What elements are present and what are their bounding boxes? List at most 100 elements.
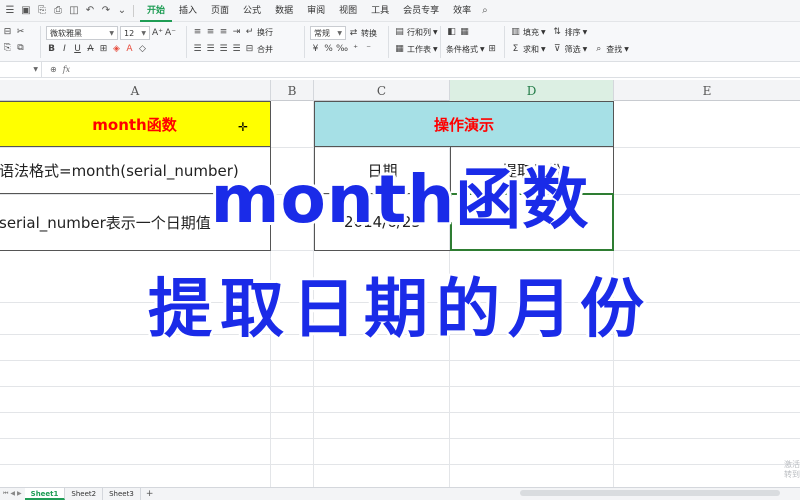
merge-icon[interactable]: ⊟ bbox=[244, 43, 255, 55]
cell-style-icon[interactable]: ◧ bbox=[446, 26, 457, 38]
file-menu-icon[interactable]: ☰ bbox=[3, 4, 17, 18]
table-style-icon[interactable]: ▦ bbox=[459, 26, 470, 38]
activation-watermark: 激活 转到 bbox=[784, 460, 800, 479]
print-icon[interactable]: ⎙ bbox=[51, 4, 65, 18]
row-col-icon[interactable]: ▤ bbox=[394, 26, 405, 38]
underline-icon[interactable]: U bbox=[72, 43, 83, 55]
cell-a1[interactable]: month函数 bbox=[0, 101, 271, 147]
search-icon[interactable]: ⌕ bbox=[482, 5, 488, 16]
copy-icon[interactable]: ⧉ bbox=[15, 42, 26, 54]
sort-label[interactable]: 排序 bbox=[565, 27, 581, 38]
clear-format-icon[interactable]: ◇ bbox=[137, 43, 148, 55]
column-header-b[interactable]: B bbox=[271, 80, 314, 101]
sum-icon[interactable]: Σ bbox=[510, 43, 521, 55]
decrease-font-icon[interactable]: A⁻ bbox=[165, 27, 176, 39]
border-icon[interactable]: ⊞ bbox=[98, 43, 109, 55]
sheet-tab-sheet2[interactable]: Sheet2 bbox=[65, 488, 104, 500]
wrap-text-label[interactable]: 换行 bbox=[257, 27, 273, 38]
fill-color-icon[interactable]: ◈ bbox=[111, 43, 122, 55]
convert-label[interactable]: 转换 bbox=[361, 28, 377, 39]
thousands-icon[interactable]: ‰ bbox=[336, 43, 348, 55]
percent-icon[interactable]: % bbox=[323, 43, 334, 55]
tab-data[interactable]: 数据 bbox=[268, 0, 300, 22]
format-painter-icon[interactable]: ⊟ bbox=[2, 26, 13, 38]
number-group-bottom: ¥ % ‰ ⁺ ⁻ bbox=[310, 43, 374, 55]
tab-home[interactable]: 开始 bbox=[140, 0, 173, 22]
tab-efficiency[interactable]: 效率 bbox=[446, 0, 478, 22]
bold-icon[interactable]: B bbox=[46, 43, 57, 55]
function-icon[interactable]: fx bbox=[63, 65, 70, 74]
chevron-down-icon: ▼ bbox=[141, 29, 146, 37]
font-size-value: 12 bbox=[124, 28, 135, 38]
strikethrough-icon[interactable]: A bbox=[85, 43, 96, 55]
align-bottom-icon[interactable]: ≡ bbox=[218, 26, 229, 38]
border-style-icon[interactable]: ⊞ bbox=[487, 43, 498, 55]
align-left-icon[interactable]: ☰ bbox=[192, 43, 203, 55]
first-sheet-icon[interactable]: ⏮ bbox=[3, 490, 8, 498]
chevron-down-icon: ▼ bbox=[624, 45, 629, 53]
font-size-select[interactable]: 12 ▼ bbox=[120, 26, 150, 40]
paste-icon[interactable]: ⎘ bbox=[2, 42, 13, 54]
tab-member[interactable]: 会员专享 bbox=[396, 0, 446, 22]
increase-font-icon[interactable]: A⁺ bbox=[152, 27, 163, 39]
number-format-select[interactable]: 常规 ▼ bbox=[310, 26, 346, 40]
formula-input[interactable] bbox=[78, 62, 800, 78]
zoom-icon[interactable]: ⊕ bbox=[50, 65, 57, 74]
row-col-label[interactable]: 行和列 bbox=[407, 27, 431, 38]
next-sheet-icon[interactable]: ▶ bbox=[17, 490, 22, 498]
tab-tools[interactable]: 工具 bbox=[364, 0, 396, 22]
name-box[interactable]: ▼ bbox=[0, 61, 42, 78]
column-header-c[interactable]: C bbox=[314, 80, 450, 101]
increase-decimal-icon[interactable]: ⁺ bbox=[350, 43, 361, 55]
tab-insert[interactable]: 插入 bbox=[172, 0, 204, 22]
cells-group-top: ▤ 行和列 ▼ bbox=[394, 26, 437, 38]
tab-review[interactable]: 审阅 bbox=[300, 0, 332, 22]
overlay-title: month函数 bbox=[210, 161, 590, 238]
merge-label[interactable]: 合并 bbox=[257, 44, 273, 55]
filter-label[interactable]: 筛选 bbox=[565, 44, 581, 55]
font-color-icon[interactable]: A bbox=[124, 43, 135, 55]
align-center-icon[interactable]: ☰ bbox=[205, 43, 216, 55]
redo-icon[interactable]: ↷ bbox=[99, 4, 113, 18]
sheet-tab-sheet1[interactable]: Sheet1 bbox=[24, 488, 66, 500]
sum-label[interactable]: 求和 bbox=[523, 44, 539, 55]
cell-c1[interactable]: 操作演示 bbox=[314, 101, 614, 147]
cut-icon[interactable]: ✂ bbox=[15, 26, 26, 38]
find-icon[interactable]: ⌕ bbox=[593, 43, 604, 55]
add-sheet-button[interactable]: + bbox=[141, 489, 159, 499]
sort-icon[interactable]: ⇅ bbox=[552, 26, 563, 38]
decrease-decimal-icon[interactable]: ⁻ bbox=[363, 43, 374, 55]
worksheet-label[interactable]: 工作表 bbox=[407, 44, 431, 55]
export-icon[interactable]: ⎘ bbox=[35, 4, 49, 18]
align-top-icon[interactable]: ≡ bbox=[192, 26, 203, 38]
ribbon-separator bbox=[186, 26, 187, 58]
align-right-icon[interactable]: ☰ bbox=[218, 43, 229, 55]
tab-formula[interactable]: 公式 bbox=[236, 0, 268, 22]
wrap-text-icon[interactable]: ↵ bbox=[244, 26, 255, 38]
filter-icon[interactable]: ⊽ bbox=[552, 43, 563, 55]
column-header-a[interactable]: A bbox=[0, 80, 271, 101]
fill-label[interactable]: 填充 bbox=[523, 27, 539, 38]
find-label[interactable]: 查找 bbox=[606, 44, 622, 55]
column-header-e[interactable]: E bbox=[614, 80, 800, 101]
indent-icon[interactable]: ⇥ bbox=[231, 26, 242, 38]
prev-sheet-icon[interactable]: ◀ bbox=[10, 490, 15, 498]
italic-icon[interactable]: I bbox=[59, 43, 70, 55]
worksheet-icon[interactable]: ▦ bbox=[394, 43, 405, 55]
convert-icon[interactable]: ⇄ bbox=[348, 27, 359, 39]
distribute-icon[interactable]: ☰ bbox=[231, 43, 242, 55]
column-header-d[interactable]: D bbox=[450, 80, 614, 101]
font-name-select[interactable]: 微软雅黑 ▼ bbox=[46, 26, 118, 40]
save-icon[interactable]: ▣ bbox=[19, 4, 33, 18]
currency-icon[interactable]: ¥ bbox=[310, 43, 321, 55]
sheet-tab-sheet3[interactable]: Sheet3 bbox=[103, 488, 141, 500]
tab-page[interactable]: 页面 bbox=[204, 0, 236, 22]
undo-icon[interactable]: ↶ bbox=[83, 4, 97, 18]
dropdown-chevron-icon[interactable]: ⌄ bbox=[115, 4, 129, 18]
preview-icon[interactable]: ◫ bbox=[67, 4, 81, 18]
fill-icon[interactable]: ▥ bbox=[510, 26, 521, 38]
horizontal-scrollbar[interactable] bbox=[520, 490, 780, 496]
tab-view[interactable]: 视图 bbox=[332, 0, 364, 22]
conditional-format-label[interactable]: 条件格式 bbox=[446, 44, 478, 55]
align-middle-icon[interactable]: ≡ bbox=[205, 26, 216, 38]
